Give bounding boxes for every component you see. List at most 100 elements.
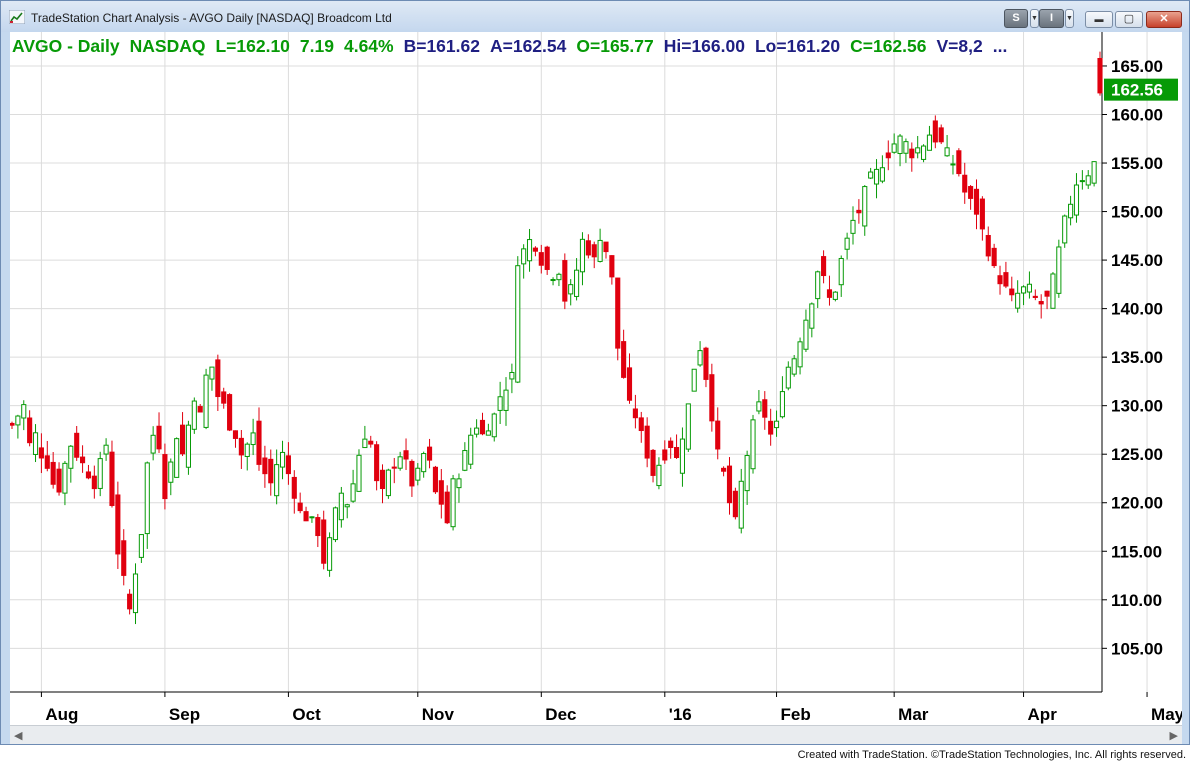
candle xyxy=(509,363,515,394)
scroll-left-icon[interactable]: ◀ xyxy=(14,729,22,742)
candle-body xyxy=(726,465,733,504)
candle-body xyxy=(468,434,474,465)
candle xyxy=(762,391,768,430)
candle-body xyxy=(238,437,244,456)
candle xyxy=(56,462,62,496)
status-exchange: NASDAQ xyxy=(129,36,206,56)
candle xyxy=(91,465,97,499)
candle xyxy=(503,377,509,426)
candle xyxy=(50,452,56,489)
candle xyxy=(562,253,568,310)
candle-body xyxy=(85,471,92,479)
candle-body xyxy=(621,341,627,378)
candle-body xyxy=(144,462,150,535)
candle xyxy=(621,329,627,379)
x-tick-label: Aug xyxy=(45,705,78,724)
candle xyxy=(832,291,838,302)
candle-body xyxy=(279,451,286,468)
x-tick-label: Sep xyxy=(169,705,200,724)
candle xyxy=(438,469,444,519)
candle-body xyxy=(250,432,256,446)
candle xyxy=(856,199,862,224)
candle xyxy=(791,355,797,377)
candle xyxy=(626,353,633,404)
candle-body xyxy=(15,415,21,426)
scroll-right-icon[interactable]: ▶ xyxy=(1170,729,1178,742)
horizontal-scrollbar[interactable]: ◀ ▶ xyxy=(10,725,1182,744)
candle-body xyxy=(832,291,838,300)
candle xyxy=(1050,272,1056,309)
candle xyxy=(338,486,344,528)
candle-body xyxy=(350,483,356,502)
candle-body xyxy=(444,491,450,524)
y-tick-label: 120.00 xyxy=(1111,494,1163,513)
maximize-button[interactable]: ▢ xyxy=(1115,11,1143,28)
x-tick-label: Mar xyxy=(898,705,929,724)
candle-body xyxy=(162,454,168,500)
candle-body xyxy=(221,391,227,404)
candle-body xyxy=(227,394,233,431)
y-tick-label: 135.00 xyxy=(1111,348,1163,367)
candle-body xyxy=(321,519,327,564)
s-menu-button[interactable]: S xyxy=(1004,9,1028,28)
candle-body xyxy=(74,432,80,458)
candle xyxy=(1003,261,1009,289)
candle xyxy=(726,457,733,515)
candle-body xyxy=(362,438,368,449)
close-button[interactable]: ✕ xyxy=(1146,11,1182,28)
candle-body xyxy=(568,284,574,295)
candle-body xyxy=(215,359,221,398)
candle-body xyxy=(391,466,397,469)
title-bar[interactable]: TradeStation Chart Analysis - AVGO Daily… xyxy=(1,1,1189,32)
minimize-button[interactable]: ▬ xyxy=(1085,11,1113,28)
candle xyxy=(768,408,774,446)
candle-body xyxy=(209,366,215,380)
candle xyxy=(403,438,409,471)
candle-body xyxy=(1085,175,1091,186)
candle xyxy=(262,445,268,488)
candle xyxy=(1032,289,1038,301)
candle xyxy=(773,410,780,437)
candle xyxy=(844,232,850,260)
candle-body xyxy=(968,186,974,199)
i-menu-button[interactable]: I xyxy=(1039,9,1064,28)
candle-body xyxy=(803,319,809,350)
candle xyxy=(891,133,897,154)
price-chart[interactable]: 105.00 110.00 115.00 120.00 125.00 130.00 135.… xyxy=(10,32,1182,725)
candle xyxy=(468,427,474,470)
candle-body xyxy=(821,256,827,277)
candle-body xyxy=(268,458,274,484)
candle xyxy=(544,245,550,275)
candle xyxy=(215,354,221,411)
candle-body xyxy=(1097,57,1103,94)
i-menu-dropdown-arrow[interactable]: ▼ xyxy=(1065,9,1074,28)
candle-body xyxy=(338,492,344,521)
candle-body xyxy=(732,490,738,518)
candle xyxy=(1009,276,1015,302)
candle-body xyxy=(97,458,103,489)
candle xyxy=(809,302,815,338)
copyright-footer: Created with TradeStation. ©TradeStation… xyxy=(797,749,1186,761)
candle-body xyxy=(979,198,985,230)
candle xyxy=(632,394,638,429)
candle xyxy=(268,449,274,496)
candle-body xyxy=(21,404,27,419)
s-menu-dropdown-arrow[interactable]: ▼ xyxy=(1030,9,1039,28)
status-volume: V=8,2 xyxy=(936,36,983,56)
candle-body xyxy=(150,434,156,454)
candle-body xyxy=(915,147,921,154)
candle-body xyxy=(744,455,750,492)
candle-body xyxy=(303,511,309,522)
candle-body xyxy=(597,239,603,262)
candle-body xyxy=(897,135,903,155)
candle-body xyxy=(985,235,991,257)
candle-body xyxy=(932,120,938,143)
candle xyxy=(732,487,738,520)
candle xyxy=(938,124,944,145)
candle-body xyxy=(474,427,480,435)
candle-body xyxy=(950,163,956,166)
candle xyxy=(991,243,997,268)
candle xyxy=(144,461,150,549)
candle-body xyxy=(873,168,880,185)
candle-body xyxy=(138,534,144,558)
